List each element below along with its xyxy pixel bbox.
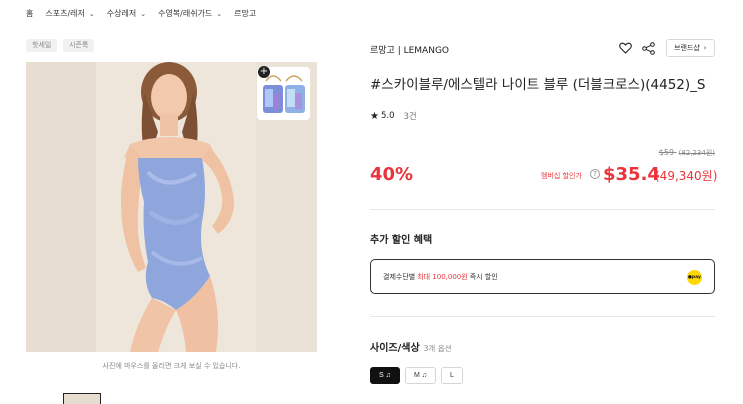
heart-icon[interactable] (618, 41, 632, 55)
benefit-highlight: 최대 100,000원 (417, 272, 468, 281)
payment-benefit-box[interactable]: 결제수단별 최대 100,000원 즉시 할인 ●pay (370, 259, 715, 294)
breadcrumb: 홈 스포츠/레저 ⌄ 수상레저 ⌄ 수영복/래쉬가드 ⌄ 르망고 (26, 8, 268, 19)
brand-name[interactable]: 르망고 | LEMANGO (370, 43, 449, 56)
breadcrumb-water-leisure[interactable]: 수상레저 ⌄ (107, 8, 146, 19)
sale-price-usd: $35.4 (603, 164, 660, 185)
options-count: 3개 옵션 (423, 344, 452, 353)
breadcrumb-sports[interactable]: 스포츠/레저 ⌄ (45, 8, 94, 19)
size-label: L (450, 372, 454, 379)
benefit-section-title: 추가 할인 혜택 (370, 235, 433, 246)
breadcrumb-label: 스포츠/레저 (45, 9, 85, 18)
original-price-krw: (82,234원) (678, 149, 715, 157)
benefit-text-before: 결제수단별 (383, 272, 416, 281)
brand-shop-button[interactable]: 브랜드샵 › (666, 39, 715, 57)
benefit-text-after: 즉시 할인 (469, 272, 498, 281)
pay-icon: ●pay (687, 270, 702, 285)
plus-icon[interactable]: + (258, 66, 270, 78)
chevron-down-icon: ⌄ (140, 9, 147, 18)
divider (370, 316, 715, 317)
discount-rate: 40% (370, 164, 414, 185)
star-icon: ★ (370, 110, 379, 122)
rating[interactable]: ★ 5.0 3건 (370, 110, 417, 123)
rating-value: 5.0 (380, 111, 395, 121)
bell-icon: ♫ (421, 372, 428, 379)
gallery-thumbnail[interactable] (63, 393, 101, 404)
breadcrumb-label: 수영복/래쉬가드 (158, 9, 213, 18)
product-title: #스카이블루/에스텔라 나이트 블루 (더블크로스)(4452)_S (370, 77, 706, 93)
original-price: $59 (82,234원) (659, 148, 715, 158)
size-label: M (414, 372, 420, 379)
breadcrumb-label: 르망고 (234, 9, 257, 18)
size-label: S (379, 372, 384, 379)
brand-shop-label: 브랜드샵 (674, 44, 700, 52)
breadcrumb-home[interactable]: 홈 (26, 8, 33, 19)
options-section-title: 사이즈/색상 3개 옵션 (370, 339, 452, 354)
chevron-down-icon: ⌄ (216, 9, 223, 18)
size-option-l[interactable]: L (441, 367, 463, 384)
chevron-right-icon: › (703, 44, 707, 52)
tag-hot-sale: 핫세일 (26, 39, 58, 52)
chevron-down-icon: ⌄ (88, 9, 95, 18)
image-zoom-caption: 사진에 마우스를 올리면 크게 보실 수 있습니다. (102, 362, 241, 370)
help-icon[interactable]: ? (590, 169, 600, 179)
breadcrumb-brand[interactable]: 르망고 (234, 8, 256, 19)
breadcrumb-swimwear[interactable]: 수영복/래쉬가드 ⌄ (158, 8, 222, 19)
size-option-s[interactable]: S ♫ (370, 367, 400, 384)
review-count: 3건 (403, 112, 417, 122)
breadcrumb-label: 수상레저 (106, 9, 137, 18)
size-option-m[interactable]: M ♫ (405, 367, 437, 384)
sale-price-krw: (49,340원) (655, 169, 718, 183)
bell-icon: ♫ (385, 372, 391, 379)
member-price-label: 멤버십 할인가 (541, 172, 582, 180)
original-price-usd: $59 (658, 148, 675, 157)
tag-season-look: 시즌룩 (63, 39, 95, 52)
share-icon[interactable] (641, 41, 655, 55)
breadcrumb-label: 홈 (26, 9, 34, 18)
options-title: 사이즈/색상 (370, 343, 420, 354)
divider (370, 209, 715, 210)
